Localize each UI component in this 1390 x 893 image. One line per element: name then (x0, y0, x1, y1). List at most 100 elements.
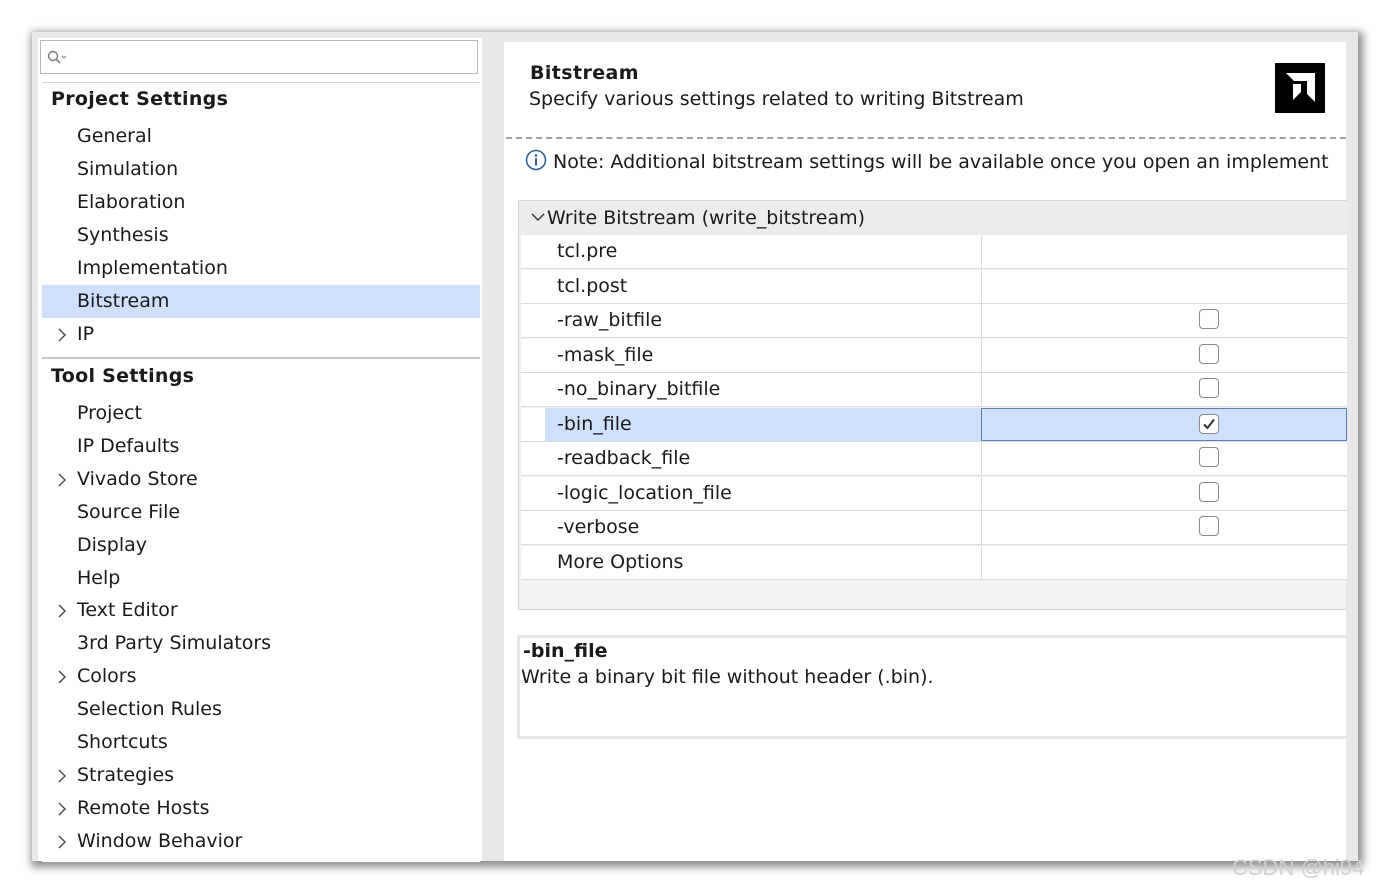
property-value-cell[interactable] (981, 476, 1347, 510)
sidebar-item-shortcuts[interactable]: Shortcuts (42, 726, 480, 759)
property-row-mask-file[interactable]: -mask_file (521, 338, 1347, 373)
chevron-right-icon[interactable] (57, 835, 67, 849)
property-row-raw-bitfile[interactable]: -raw_bitfile (521, 304, 1347, 338)
sidebar-item-ip-defaults[interactable]: IP Defaults (42, 430, 480, 463)
property-value-cell[interactable] (981, 511, 1347, 544)
property-row-readback-file[interactable]: -readback_file (521, 442, 1347, 476)
sidebar-item-text-editor[interactable]: Text Editor (42, 594, 480, 627)
sidebar-item-ip[interactable]: IP (42, 318, 480, 351)
sidebar-item-source-file[interactable]: Source File (42, 496, 480, 529)
sidebar-item-elaboration[interactable]: Elaboration (42, 186, 480, 219)
search-icon (47, 50, 67, 64)
property-checkbox[interactable] (1199, 481, 1219, 502)
property-table: Write Bitstream (write_bitstream) tcl.pr… (518, 200, 1347, 610)
settings-navigation-pane: Project Settings General Simulation Elabor… (38, 38, 482, 862)
sidebar-item-label: Bitstream (77, 290, 170, 312)
property-row-bin-file[interactable]: -bin_file (521, 407, 1347, 442)
property-checkbox[interactable] (1199, 413, 1219, 434)
search-box[interactable] (40, 40, 478, 74)
sidebar-item-label: Vivado Store (77, 467, 198, 490)
property-row-tcl-pre[interactable]: tcl.pre (521, 235, 1347, 269)
sidebar-item-label: Selection Rules (77, 698, 222, 721)
property-name: -bin_file (557, 412, 632, 435)
property-checkbox[interactable] (1199, 309, 1219, 329)
property-name: More Options (557, 550, 684, 573)
sidebar-item-label: Strategies (77, 763, 175, 786)
sidebar-item-label: Text Editor (77, 599, 178, 622)
sidebar-item-window-behavior[interactable]: Window Behavior (42, 825, 480, 858)
chevron-right-icon[interactable] (57, 802, 67, 816)
sidebar-item-general[interactable]: General (42, 120, 480, 153)
sidebar-item-strategies[interactable]: Strategies (42, 759, 480, 792)
property-checkbox[interactable] (1199, 378, 1219, 398)
sidebar-item-label: Display (77, 533, 148, 556)
property-name: tcl.pre (557, 240, 618, 262)
sidebar-item-project[interactable]: Project (42, 397, 480, 430)
property-value-cell[interactable] (981, 338, 1347, 372)
sidebar-item-remote-hosts[interactable]: Remote Hosts (42, 792, 480, 825)
page-title: Bitstream (530, 62, 639, 84)
sidebar-item-vivado-store[interactable]: Vivado Store (42, 463, 480, 496)
description-text: Write a binary bit file without header (… (521, 666, 934, 688)
chevron-right-icon[interactable] (57, 769, 67, 783)
chevron-right-icon[interactable] (57, 604, 67, 618)
sidebar-item-colors[interactable]: Colors (42, 660, 480, 693)
info-icon (525, 149, 547, 171)
property-row-logic-location-file[interactable]: -logic_location_file (521, 476, 1347, 511)
property-value-cell[interactable] (981, 407, 1347, 441)
sidebar-item-label: Project (77, 402, 143, 424)
property-name: -no_binary_bitfile (557, 378, 721, 400)
property-value-cell[interactable] (981, 545, 1347, 579)
property-value-cell[interactable] (981, 373, 1347, 406)
property-value-cell[interactable] (981, 235, 1347, 268)
search-input[interactable] (69, 45, 473, 71)
property-value-cell[interactable] (981, 304, 1347, 337)
property-value-cell[interactable] (981, 442, 1347, 475)
sidebar-item-label: Synthesis (77, 224, 169, 246)
sidebar-item-label: IP (77, 323, 95, 345)
sidebar-item-synthesis[interactable]: Synthesis (42, 219, 480, 252)
sidebar-item-display[interactable]: Display (42, 529, 480, 562)
sidebar-item-label: Shortcuts (77, 731, 168, 753)
property-description: -bin_file Write a binary bit file withou… (517, 635, 1346, 739)
group-label: Write Bitstream (write_bitstream) (547, 207, 866, 229)
tool-settings-header: Tool Settings (51, 365, 195, 387)
checkmark-icon (1203, 418, 1215, 430)
sidebar-item-label: Simulation (77, 158, 179, 180)
amd-logo-icon (1275, 63, 1325, 113)
chevron-right-icon[interactable] (57, 670, 67, 684)
section-divider (42, 357, 480, 359)
pane-splitter[interactable] (482, 38, 502, 861)
settings-tree: Project Settings General Simulation Elabor… (42, 82, 480, 862)
property-row-verbose[interactable]: -verbose (521, 511, 1347, 545)
sidebar-item-selection-rules[interactable]: Selection Rules (42, 693, 480, 726)
property-checkbox[interactable] (1199, 447, 1219, 467)
sidebar-item-label: Help (77, 566, 121, 589)
property-name: -verbose (557, 516, 640, 538)
note-text: Note: Additional bitstream settings will… (553, 151, 1329, 173)
sidebar-item-help[interactable]: Help (42, 562, 480, 595)
sidebar-item-label: Elaboration (77, 191, 186, 213)
sidebar-item-label: 3rd Party Simulators (77, 632, 272, 655)
sidebar-item-label: Implementation (77, 257, 228, 279)
sidebar-item-3rd-party-simulators[interactable]: 3rd Party Simulators (42, 627, 480, 660)
property-checkbox[interactable] (1199, 516, 1219, 536)
property-name: -raw_bitfile (557, 309, 663, 331)
property-row-more-options[interactable]: More Options (521, 545, 1347, 580)
header-separator (506, 137, 1346, 139)
property-name: tcl.post (557, 274, 628, 297)
sidebar-item-label: Source File (77, 500, 181, 523)
sidebar-item-simulation[interactable]: Simulation (42, 153, 480, 186)
write-bitstream-group[interactable]: Write Bitstream (write_bitstream) (519, 201, 1347, 235)
property-row-no-binary-bitfile[interactable]: -no_binary_bitfile (521, 373, 1347, 407)
sidebar-item-label: Window Behavior (77, 829, 243, 852)
property-row-tcl-post[interactable]: tcl.post (521, 269, 1347, 304)
property-value-cell[interactable] (981, 269, 1347, 303)
chevron-down-icon[interactable] (531, 212, 545, 222)
property-checkbox[interactable] (1199, 343, 1219, 364)
chevron-right-icon[interactable] (57, 328, 67, 342)
sidebar-item-implementation[interactable]: Implementation (42, 252, 480, 285)
chevron-right-icon[interactable] (57, 473, 67, 487)
sidebar-item-bitstream[interactable]: Bitstream (42, 285, 480, 318)
sidebar-item-label: Remote Hosts (77, 796, 210, 819)
